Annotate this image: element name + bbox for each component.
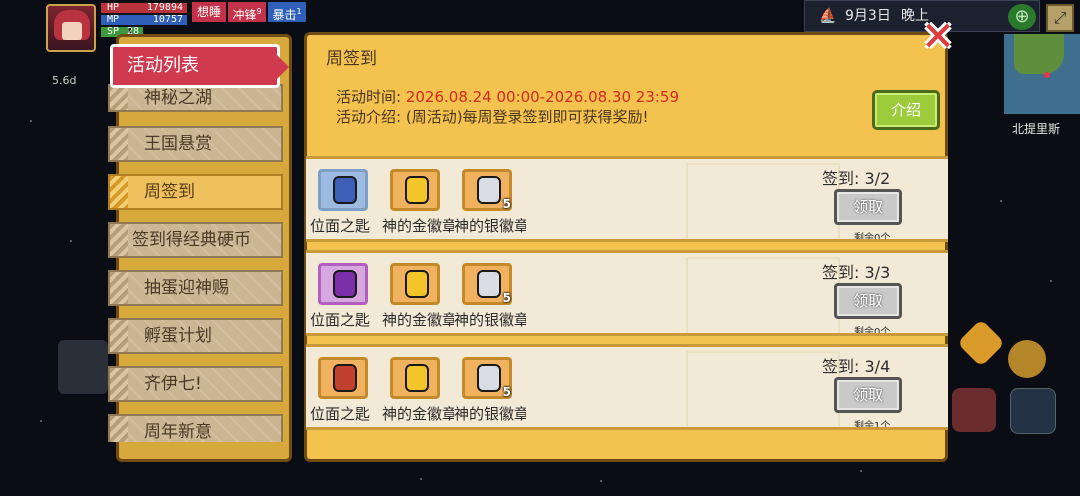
reward-row: 5 位面之匙 神的金徽章 神的银徽章 签到: 3/2 领取 剩余0个: [306, 156, 948, 242]
reward-slot[interactable]: [390, 263, 440, 305]
ship-icon: ⛵: [819, 8, 837, 24]
gold-badge-icon: [405, 364, 429, 392]
item-name: 神的金徽章: [382, 405, 454, 423]
activity-intro-value: (周活动)每周登录签到即可获得奖励!: [405, 108, 649, 126]
status-tag-label: 暴击: [272, 8, 297, 22]
sidebar-item-qiyiqi[interactable]: 齐伊七!: [108, 366, 283, 402]
activity-intro-label: 活动介绍:: [336, 108, 402, 126]
item-name: 神的银徽章: [454, 311, 526, 329]
reward-slot[interactable]: [318, 169, 368, 211]
reward-slot[interactable]: 5: [462, 169, 512, 211]
sleep-icon[interactable]: [1010, 388, 1056, 434]
blue-key-icon: [333, 176, 357, 204]
claim-button[interactable]: 领取: [834, 283, 902, 319]
sidebar-item-weekly-signin[interactable]: 周签到: [108, 174, 283, 210]
sidebar-item-label: 齐伊七!: [144, 374, 202, 394]
arrows-skill-icon[interactable]: [956, 318, 1006, 368]
sidebar-item-label: 抽蛋迎神赐: [144, 278, 229, 298]
hp-bar: HP 179894: [100, 2, 188, 14]
reward-slot[interactable]: 5: [462, 263, 512, 305]
hp-label: HP: [107, 2, 120, 13]
level-indicator: 5.6d: [52, 74, 77, 87]
item-name: 神的银徽章: [454, 405, 526, 423]
sidebar-item-kingdom-bounty[interactable]: 王国悬赏: [108, 126, 283, 162]
globe-icon[interactable]: ⊕: [1008, 4, 1036, 30]
silver-badge-icon: [477, 270, 501, 298]
sign-progress: 签到: 3/2: [822, 169, 891, 188]
mp-value: 10757: [152, 14, 183, 25]
mp-label: MP: [107, 14, 120, 25]
reward-slot[interactable]: [390, 169, 440, 211]
hp-value: 179894: [146, 2, 183, 13]
mp-bar: MP 10757: [100, 14, 188, 26]
claim-button[interactable]: 领取: [834, 377, 902, 413]
location-label: 北提里斯: [1012, 122, 1061, 136]
panel-title: 周签到: [326, 49, 377, 69]
reward-slot[interactable]: 5: [462, 357, 512, 399]
reward-row: 5 位面之匙 神的金徽章 神的银徽章 签到: 3/3 领取 剩余0个: [306, 250, 948, 336]
player-avatar[interactable]: [46, 4, 96, 52]
fullscreen-icon[interactable]: ⤢: [1046, 4, 1074, 32]
close-icon[interactable]: ✕: [920, 17, 956, 57]
status-tag-count: 1: [296, 7, 302, 16]
activity-time-line: 活动时间: 2026.08.24 00:00-2026.08.30 23:59: [336, 86, 679, 107]
date-label: 9月3日: [845, 8, 891, 24]
sidebar-item-mystery-lake[interactable]: 神秘之湖: [108, 84, 283, 112]
activity-time-value: 2026.08.24 00:00-2026.08.30 23:59: [405, 88, 680, 106]
silver-badge-icon: [477, 364, 501, 392]
sidebar-item-label: 王国悬赏: [144, 134, 212, 154]
status-tag-sleepy[interactable]: 想睡: [192, 2, 226, 22]
status-tag-charge[interactable]: 冲锋9: [228, 2, 266, 22]
remaining-count: 剩余1个: [854, 421, 891, 430]
item-name: 神的银徽章: [454, 217, 526, 235]
sidebar-item-hatch-plan[interactable]: 孵蛋计划: [108, 318, 283, 354]
purple-key-icon: [333, 270, 357, 298]
intro-button[interactable]: 介绍: [872, 90, 940, 130]
item-name: 位面之匙: [310, 405, 371, 423]
sidebar-item-label: 周年新意: [144, 422, 212, 442]
claim-button[interactable]: 领取: [834, 189, 902, 225]
sidebar-item-label: 孵蛋计划: [144, 326, 212, 346]
gold-badge-icon: [405, 176, 429, 204]
meat-icon[interactable]: [952, 388, 996, 432]
reward-slot[interactable]: [318, 357, 368, 399]
item-name: 神的金徽章: [382, 217, 454, 235]
item-name: 位面之匙: [310, 311, 371, 329]
remaining-count: 剩余0个: [854, 327, 891, 336]
back-arrow-icon[interactable]: [58, 340, 108, 394]
status-tag-count: 9: [256, 7, 262, 16]
activity-intro-line: 活动介绍: (周活动)每周登录签到即可获得奖励!: [336, 106, 649, 127]
activity-list-header: 活动列表: [110, 44, 289, 88]
gold-badge-icon: [405, 270, 429, 298]
silver-badge-icon: [477, 176, 501, 204]
minimap[interactable]: [1004, 34, 1080, 114]
sidebar-item-anniversary[interactable]: 周年新意: [108, 414, 283, 442]
status-tag-label: 想睡: [196, 5, 221, 19]
sidebar-item-egg-gacha[interactable]: 抽蛋迎神赐: [108, 270, 283, 306]
status-tag-crit[interactable]: 暴击1: [268, 2, 306, 22]
activity-time-label: 活动时间:: [336, 88, 402, 106]
orange-key-icon: [333, 364, 357, 392]
item-count: 5: [502, 197, 511, 211]
sidebar-item-classic-coin[interactable]: 签到得经典硬币: [108, 222, 283, 258]
arrow-up-skill-icon[interactable]: [1008, 340, 1046, 378]
sidebar-item-label: 神秘之湖: [144, 88, 212, 108]
item-count: 5: [502, 291, 511, 305]
sidebar-item-label: 周签到: [144, 182, 195, 202]
activity-list: 神秘之湖 王国悬赏 周签到 签到得经典硬币 抽蛋迎神赐 孵蛋计划 齐伊七! 周年…: [108, 82, 288, 442]
reward-slot[interactable]: [390, 357, 440, 399]
remaining-count: 剩余0个: [854, 233, 891, 242]
item-count: 5: [502, 385, 511, 399]
sidebar-item-label: 签到得经典硬币: [132, 230, 251, 250]
sign-progress: 签到: 3/3: [822, 263, 891, 282]
reward-slot[interactable]: [318, 263, 368, 305]
item-name: 位面之匙: [310, 217, 371, 235]
item-name: 神的金徽章: [382, 311, 454, 329]
sign-progress: 签到: 3/4: [822, 357, 891, 376]
reward-row: 5 位面之匙 神的金徽章 神的银徽章 签到: 3/4 领取 剩余1个: [306, 344, 948, 430]
status-tag-label: 冲锋: [232, 8, 257, 22]
